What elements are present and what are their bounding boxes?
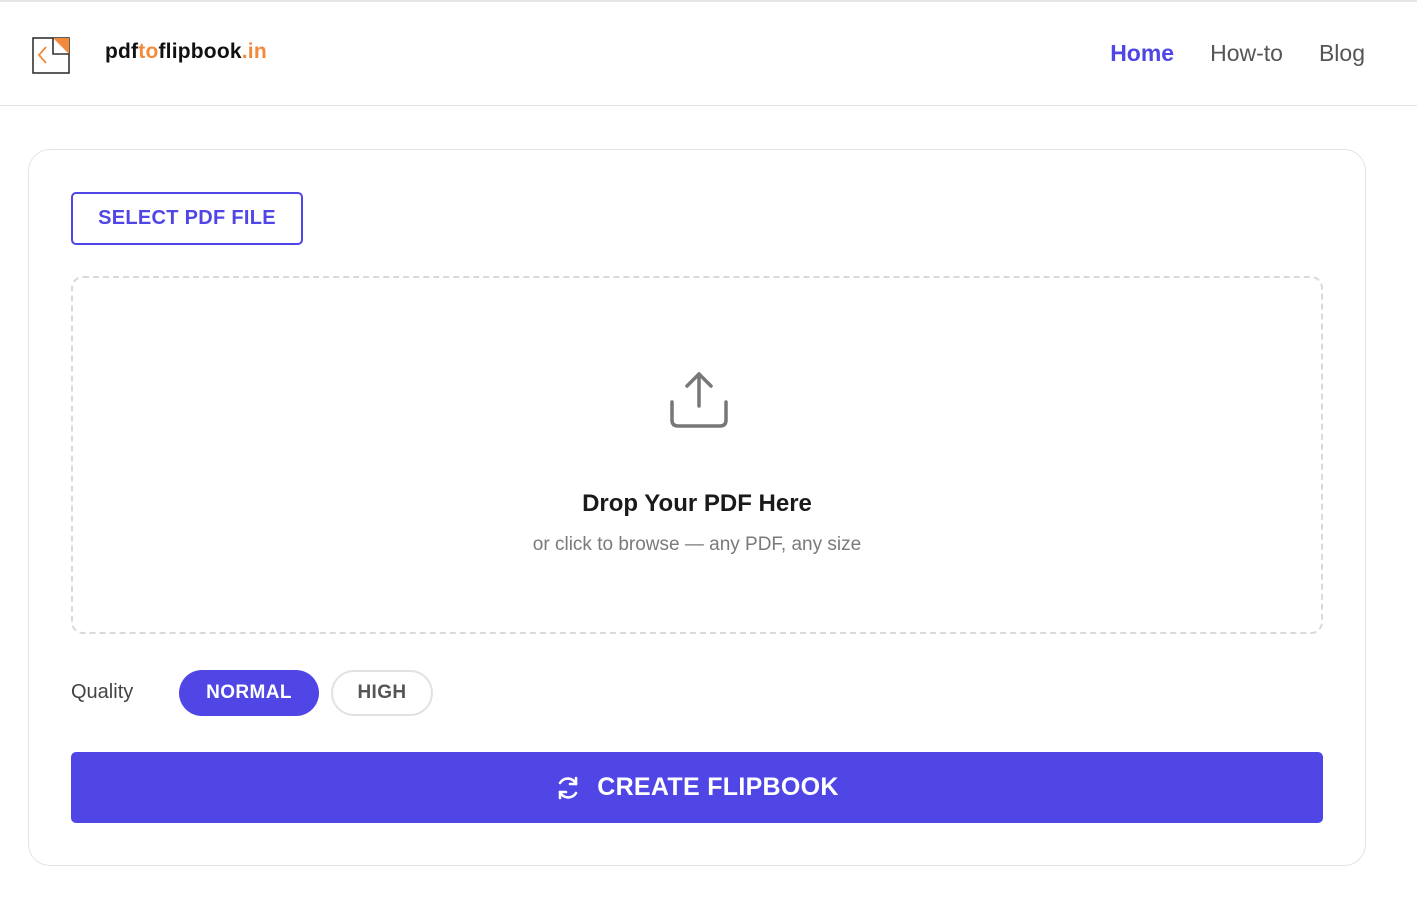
brand-suffix: .in xyxy=(241,40,267,63)
nav-how-to-link[interactable]: How-to xyxy=(1210,40,1283,67)
create-flipbook-label: CREATE FLIPBOOK xyxy=(597,773,839,801)
pdf-dropzone[interactable]: Drop Your PDF Here or click to browse — … xyxy=(71,276,1323,634)
select-pdf-button[interactable]: SELECT PDF FILE xyxy=(71,192,303,245)
upload-card: SELECT PDF FILE Drop Your PDF Here or cl… xyxy=(28,149,1366,866)
brand-prefix: pdf xyxy=(105,40,139,63)
nav-home-link[interactable]: Home xyxy=(1110,40,1174,67)
create-flipbook-button[interactable]: CREATE FLIPBOOK xyxy=(71,752,1323,823)
quality-high-option[interactable]: HIGH xyxy=(331,670,433,716)
nav-blog-link[interactable]: Blog xyxy=(1319,40,1365,67)
upload-icon xyxy=(670,372,728,428)
quality-label: Quality xyxy=(71,681,134,703)
brand-name[interactable]: pdftoflipbook.in xyxy=(105,40,267,64)
flipbook-logo-icon[interactable] xyxy=(32,35,72,75)
dropzone-title: Drop Your PDF Here xyxy=(582,490,812,517)
main-nav: Home How-to Blog xyxy=(1110,40,1365,67)
quality-normal-option[interactable]: NORMAL xyxy=(179,670,319,716)
refresh-icon xyxy=(558,776,578,799)
dropzone-subtitle: or click to browse — any PDF, any size xyxy=(532,534,862,555)
brand-accent: to xyxy=(138,40,159,63)
site-header: pdftoflipbook.in Home How-to Blog xyxy=(0,2,1417,106)
brand-mid: flipbook xyxy=(158,40,242,63)
